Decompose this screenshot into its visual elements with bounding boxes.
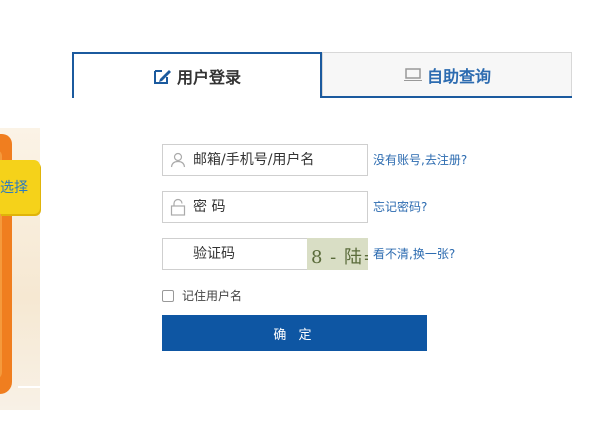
forgot-password-link[interactable]: 忘记密码? — [373, 198, 427, 215]
side-banner: 选择 — [0, 0, 48, 434]
banner-select-text: 选择 — [0, 180, 28, 196]
refresh-captcha-link[interactable]: 看不清,换一张? — [373, 245, 455, 262]
banner-select-tag[interactable]: 选择 — [0, 160, 40, 214]
username-input[interactable] — [193, 152, 353, 168]
edit-icon — [153, 67, 173, 85]
captcha-image-text: 8 - 陆=? — [311, 247, 368, 268]
tab-user-login[interactable]: 用户登录 — [72, 52, 322, 98]
username-field — [162, 144, 368, 176]
remember-label: 记住用户名 — [182, 289, 243, 303]
login-tabs: 用户登录 自助查询 — [72, 52, 572, 98]
captcha-input[interactable] — [193, 246, 303, 262]
password-field — [162, 191, 368, 223]
laptop-icon — [403, 67, 423, 83]
user-icon — [163, 152, 193, 168]
captcha-image[interactable]: 8 - 陆=? — [307, 238, 368, 270]
submit-button[interactable]: 确 定 — [162, 315, 427, 351]
lock-icon — [163, 198, 193, 216]
banner-divider — [18, 386, 40, 388]
captcha-field — [162, 238, 308, 270]
tab-self-query-label: 自助查询 — [426, 66, 491, 86]
tab-user-login-label: 用户登录 — [176, 68, 241, 87]
remember-username[interactable]: 记住用户名 — [162, 287, 242, 304]
register-link[interactable]: 没有账号,去注册? — [373, 151, 467, 168]
tab-self-query[interactable]: 自助查询 — [322, 52, 572, 96]
password-input[interactable] — [193, 199, 353, 215]
remember-checkbox[interactable] — [162, 289, 174, 302]
